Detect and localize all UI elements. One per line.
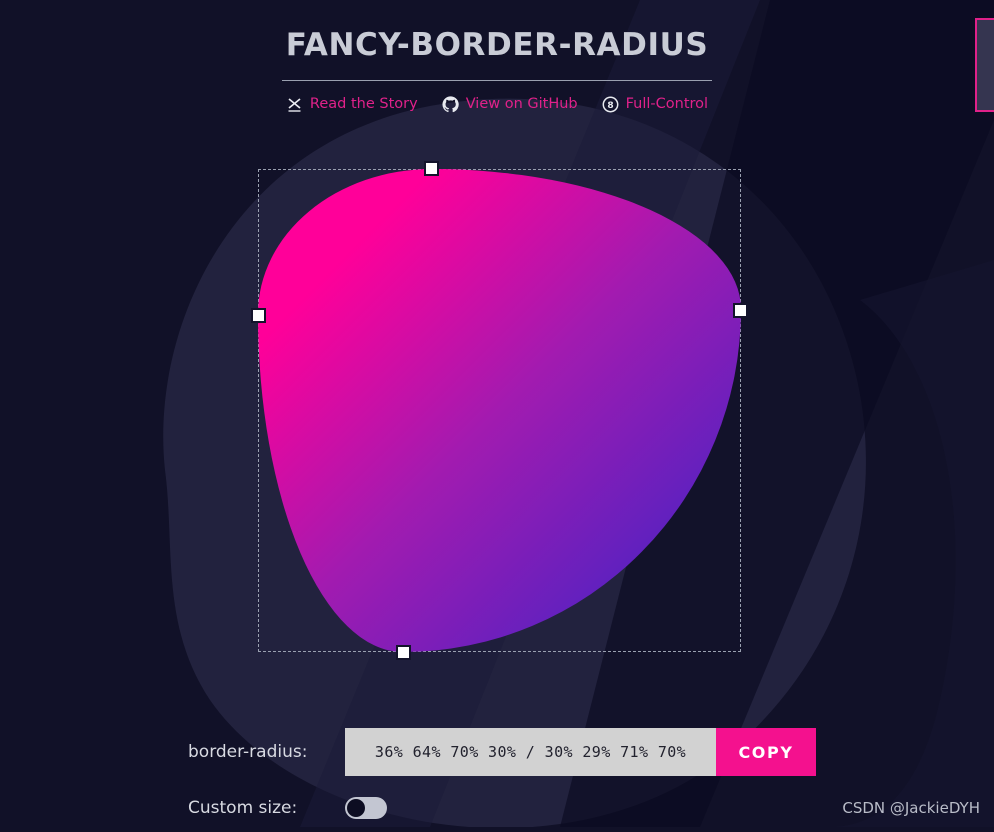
nav-link-label: View on GitHub (465, 96, 578, 112)
fancy-border-radius-app: FANCY-BORDER-RADIUS Read the Story View … (0, 0, 994, 827)
drag-handle-bottom[interactable] (396, 645, 411, 660)
border-radius-label: border-radius: (188, 742, 308, 762)
shape-editor-stage (251, 161, 748, 660)
drag-handle-left[interactable] (251, 308, 266, 323)
github-icon (442, 95, 459, 113)
border-radius-field-group: COPY (345, 728, 816, 776)
border-radius-row: border-radius: COPY (188, 728, 888, 776)
svg-text:8: 8 (607, 101, 613, 111)
border-radius-input[interactable] (345, 728, 716, 776)
custom-size-row: Custom size: (188, 784, 888, 832)
nav-link-label: Full-Control (625, 96, 709, 112)
nav-links: Read the Story View on GitHub 8 Full-Con… (0, 95, 994, 113)
custom-size-toggle-knob (347, 799, 365, 817)
drag-handle-right[interactable] (733, 303, 748, 318)
side-panel[interactable] (975, 18, 994, 112)
scissors-icon (286, 96, 303, 113)
header: FANCY-BORDER-RADIUS Read the Story View … (0, 0, 994, 113)
eight-ball-icon: 8 (602, 96, 619, 113)
title-divider (282, 80, 712, 81)
custom-size-toggle[interactable] (345, 797, 387, 819)
controls-panel: border-radius: COPY Custom size: (188, 728, 888, 832)
drag-handle-top[interactable] (424, 161, 439, 176)
custom-size-label: Custom size: (188, 798, 298, 818)
nav-link-label: Read the Story (309, 96, 418, 112)
page-title: FANCY-BORDER-RADIUS (285, 27, 709, 63)
nav-link-read-the-story[interactable]: Read the Story (286, 95, 418, 113)
nav-link-view-on-github[interactable]: View on GitHub (442, 95, 578, 113)
nav-link-full-control[interactable]: 8 Full-Control (602, 95, 708, 113)
copy-button[interactable]: COPY (716, 728, 816, 776)
watermark: CSDN @JackieDYH (842, 799, 980, 817)
